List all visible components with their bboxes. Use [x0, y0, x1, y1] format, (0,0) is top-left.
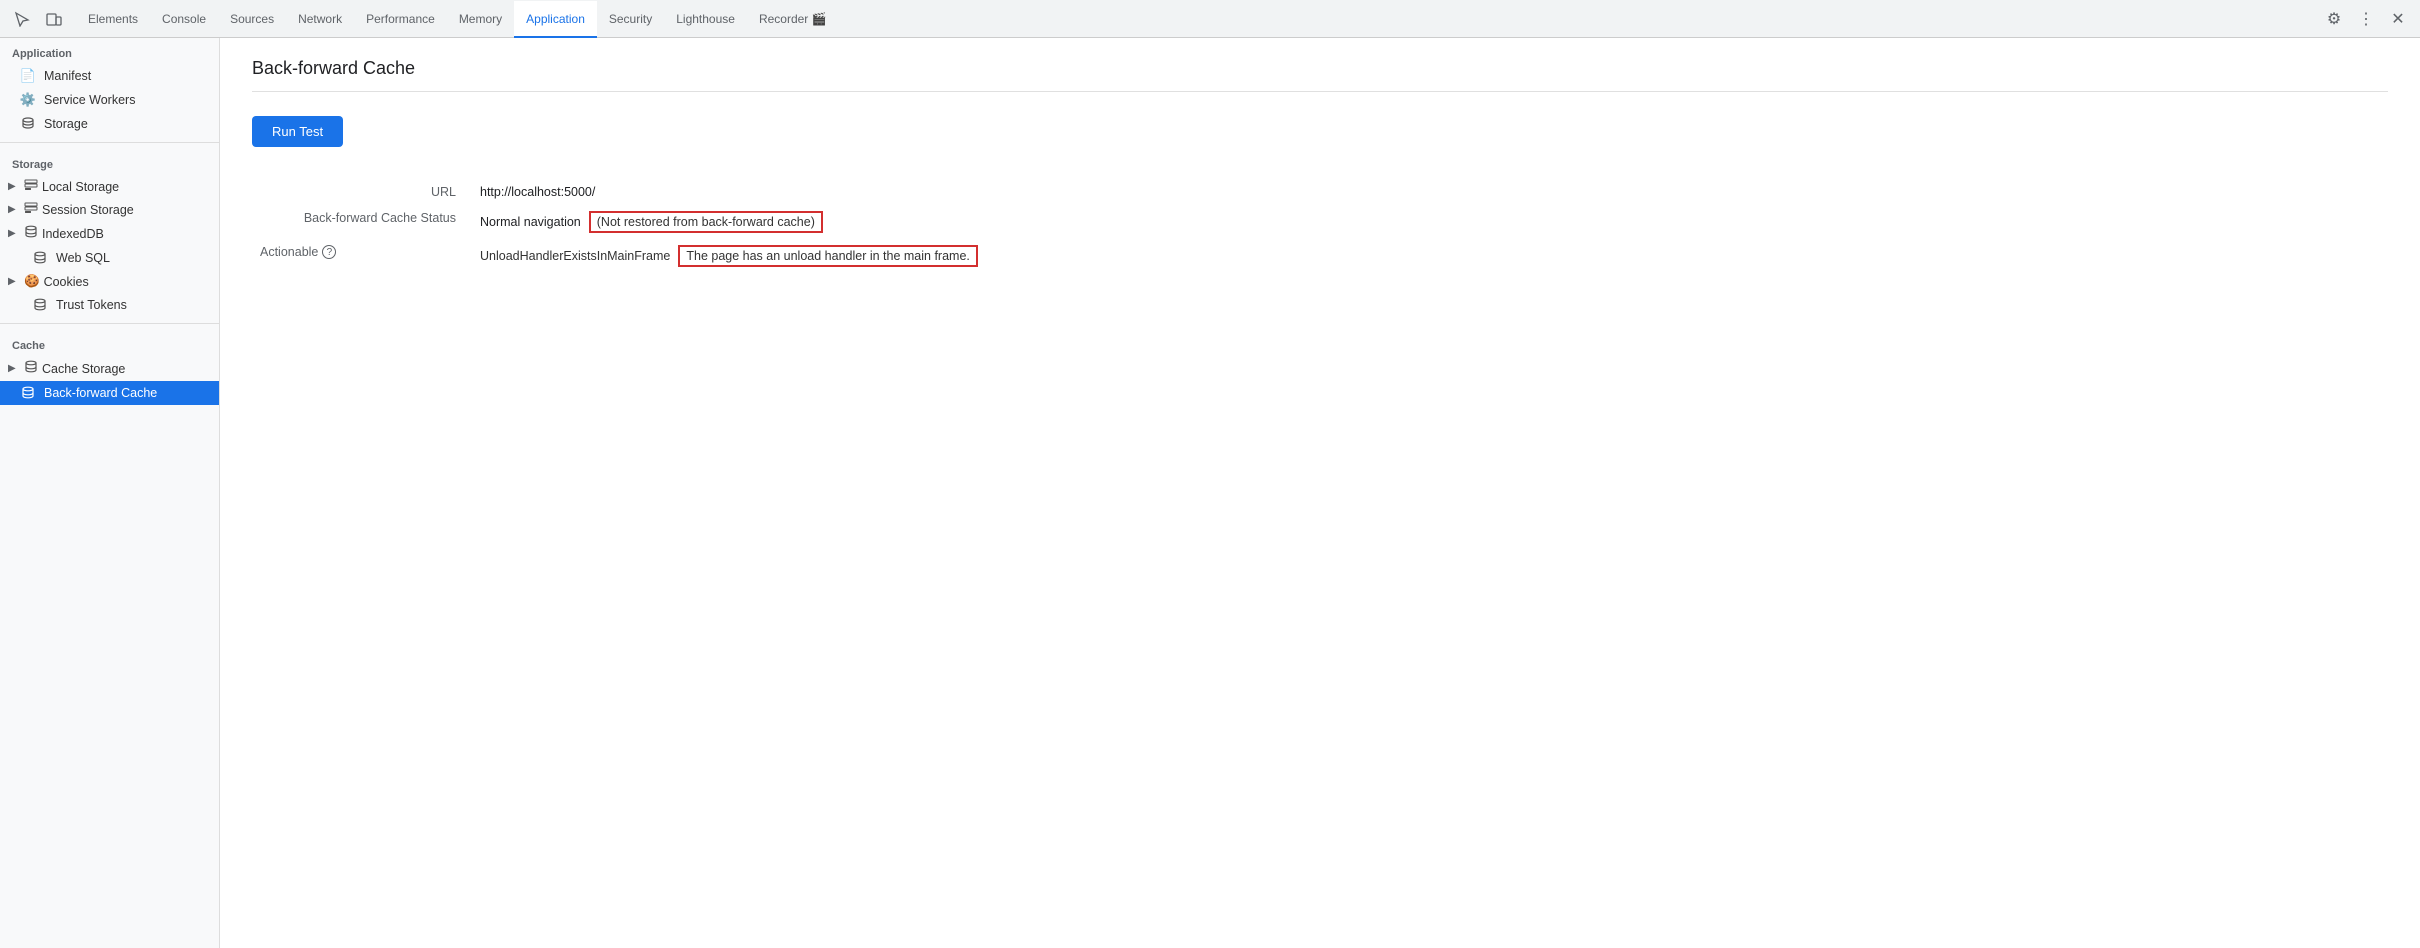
- sidebar-item-cookies[interactable]: ▶ 🍪 Cookies: [0, 270, 219, 293]
- cursor-icon[interactable]: [8, 5, 36, 33]
- tab-memory[interactable]: Memory: [447, 1, 514, 38]
- toolbar-right: ⚙ ⋮ ✕: [2320, 5, 2412, 33]
- actionable-row-tr: Actionable ? UnloadHandlerExistsInMainFr…: [252, 239, 2388, 273]
- page-title: Back-forward Cache: [252, 58, 2388, 79]
- main-tabs: Elements Console Sources Network Perform…: [76, 0, 2320, 37]
- sidebar-item-session-storage[interactable]: ▶ Session Storage: [0, 198, 219, 221]
- service-workers-icon: ⚙️: [20, 92, 36, 108]
- chevron-local-storage: ▶: [8, 181, 20, 192]
- bfc-status-label: Back-forward Cache Status: [252, 205, 472, 239]
- tab-lighthouse[interactable]: Lighthouse: [664, 1, 747, 38]
- sidebar-item-cache-storage[interactable]: ▶ Cache Storage: [0, 356, 219, 381]
- actionable-label-group: Actionable ?: [260, 245, 456, 259]
- settings-icon[interactable]: ⚙: [2320, 5, 2348, 33]
- manifest-icon: 📄: [20, 68, 36, 84]
- more-icon[interactable]: ⋮: [2352, 5, 2380, 33]
- tab-performance[interactable]: Performance: [354, 1, 447, 38]
- url-value: http://localhost:5000/: [472, 179, 2388, 205]
- sidebar-item-service-workers[interactable]: ⚙️ Service Workers: [0, 88, 219, 112]
- bfc-status-detail: (Not restored from back-forward cache): [589, 211, 823, 233]
- run-test-button[interactable]: Run Test: [252, 116, 343, 147]
- actionable-value-cell: UnloadHandlerExistsInMainFrame The page …: [472, 239, 2388, 273]
- actionable-label-cell: Actionable ?: [252, 239, 472, 273]
- web-sql-icon: [32, 250, 48, 266]
- device-toggle-icon[interactable]: [40, 5, 68, 33]
- tab-sources[interactable]: Sources: [218, 1, 286, 38]
- storage-section-label: Storage: [0, 149, 219, 175]
- tab-application[interactable]: Application: [514, 1, 597, 38]
- content-divider: [252, 91, 2388, 92]
- sidebar-item-indexeddb[interactable]: ▶ IndexedDB: [0, 221, 219, 246]
- sidebar-item-web-sql[interactable]: Web SQL: [0, 246, 219, 270]
- tab-bar: Elements Console Sources Network Perform…: [0, 0, 2420, 38]
- actionable-row-content: UnloadHandlerExistsInMainFrame The page …: [480, 245, 2380, 267]
- sidebar-item-back-forward-cache[interactable]: Back-forward Cache: [0, 381, 219, 405]
- status-row: Normal navigation (Not restored from bac…: [480, 211, 2380, 233]
- chevron-indexeddb: ▶: [8, 228, 20, 239]
- cache-section-label: Cache: [0, 330, 219, 356]
- chevron-cache-storage: ▶: [8, 363, 20, 374]
- session-storage-icon: [24, 202, 38, 217]
- bfc-status-row: Back-forward Cache Status Normal navigat…: [252, 205, 2388, 239]
- tab-console[interactable]: Console: [150, 1, 218, 38]
- url-label: URL: [252, 179, 472, 205]
- chevron-cookies: ▶: [8, 276, 20, 287]
- cookies-icon: 🍪: [24, 274, 40, 289]
- chevron-session-storage: ▶: [8, 204, 20, 215]
- application-section-label: Application: [0, 38, 219, 64]
- actionable-desc: The page has an unload handler in the ma…: [678, 245, 978, 267]
- tab-security[interactable]: Security: [597, 1, 664, 38]
- sidebar-item-local-storage[interactable]: ▶ Local Storage: [0, 175, 219, 198]
- divider-1: [0, 142, 219, 143]
- sidebar: Application 📄 Manifest ⚙️ Service Worker…: [0, 38, 220, 948]
- tab-network[interactable]: Network: [286, 1, 354, 38]
- sidebar-item-storage[interactable]: Storage: [0, 112, 219, 136]
- sidebar-item-trust-tokens[interactable]: Trust Tokens: [0, 293, 219, 317]
- help-icon[interactable]: ?: [322, 245, 336, 259]
- trust-tokens-icon: [32, 297, 48, 313]
- toolbar-left: [8, 5, 68, 33]
- actionable-code: UnloadHandlerExistsInMainFrame: [480, 249, 670, 263]
- content-panel: Back-forward Cache Run Test URL http://l…: [220, 38, 2420, 948]
- local-storage-icon: [24, 179, 38, 194]
- tab-recorder[interactable]: Recorder 🎬: [747, 1, 839, 38]
- bfc-status-value: Normal navigation (Not restored from bac…: [472, 205, 2388, 239]
- indexeddb-icon: [24, 225, 38, 242]
- sidebar-item-manifest[interactable]: 📄 Manifest: [0, 64, 219, 88]
- main-area: Application 📄 Manifest ⚙️ Service Worker…: [0, 38, 2420, 948]
- url-row: URL http://localhost:5000/: [252, 179, 2388, 205]
- storage-icon: [20, 116, 36, 132]
- close-icon[interactable]: ✕: [2384, 5, 2412, 33]
- back-forward-cache-icon: [20, 385, 36, 401]
- cache-storage-icon: [24, 360, 38, 377]
- divider-2: [0, 323, 219, 324]
- info-table: URL http://localhost:5000/ Back-forward …: [252, 179, 2388, 273]
- tab-elements[interactable]: Elements: [76, 1, 150, 38]
